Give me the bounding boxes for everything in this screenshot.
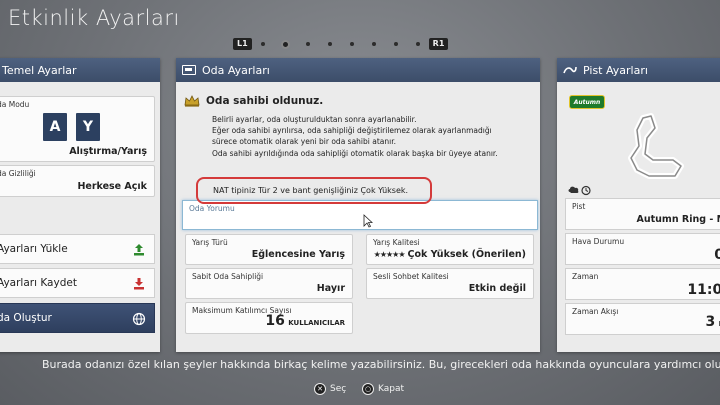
room-mode-value: Alıştırma/Yarış (69, 146, 147, 157)
nat-status: NAT tipiniz Tür 2 ve bant genişliğiniz Ç… (196, 177, 432, 204)
mode-a-box[interactable]: A (43, 113, 67, 141)
basic-settings-header: Temel Ayarlar (0, 58, 160, 82)
help-text: Burada odanızı özel kılan şeyler hakkınd… (42, 358, 720, 371)
notice-line: Belirli ayarlar, oda oluşturulduktan son… (212, 115, 417, 124)
page-dot (260, 42, 265, 46)
upload-icon (134, 244, 144, 256)
race-quality-label: Yarış Kalitesi (373, 238, 420, 247)
room-comment-label: Oda Yorumu (189, 204, 235, 213)
time-flow-value-wrap: 3 K (706, 314, 720, 330)
room-icon (182, 65, 196, 75)
max-participants-value-wrap: 16 KULLANICILAR (265, 313, 345, 329)
track-label: Pist (572, 202, 586, 211)
room-mode-card[interactable]: da Modu A Y Alıştırma/Yarış (0, 96, 155, 162)
load-settings-button[interactable]: Ayarları Yükle (0, 234, 155, 264)
race-quality-value-wrap: ★★★★★ Çok Yüksek (Önerilen) (374, 249, 526, 260)
save-settings-label: Ayarları Kaydet (0, 277, 77, 289)
page-dot (349, 42, 354, 46)
page-dot (415, 42, 420, 46)
weather-label: Hava Durumu (572, 237, 625, 246)
track-icon (563, 65, 577, 75)
fixed-owner-label: Sabit Oda Sahipliği (192, 272, 264, 281)
room-settings-header: Oda Ayarları (176, 58, 540, 82)
notice-line: Oda sahibi ayrıldığında oda sahipliği ot… (212, 148, 498, 158)
notice-body: Belirli ayarlar, oda oluşturulduktan son… (212, 114, 542, 159)
r1-button[interactable]: R1 (428, 38, 449, 50)
notice-title: Oda sahibi oldunuz. (206, 95, 324, 107)
l1-button[interactable]: L1 (233, 38, 252, 50)
race-type-card[interactable]: Yarış Türü Eğlencesine Yarış (185, 234, 353, 265)
mode-y-box[interactable]: Y (76, 113, 100, 141)
room-settings-panel: Oda Ayarları Oda sahibi oldunuz. Belirli… (176, 58, 540, 352)
max-participants-card[interactable]: Maksimum Katılımcı Sayısı 16 KULLANICILA… (185, 302, 353, 334)
room-settings-title: Oda Ayarları (202, 63, 270, 77)
page-title: Etkinlik Ayarları (8, 6, 180, 30)
race-type-label: Yarış Türü (192, 238, 228, 247)
track-map (628, 113, 684, 179)
fixed-owner-card[interactable]: Sabit Oda Sahipliği Hayır (185, 268, 353, 299)
room-privacy-value: Herkese Açık (77, 181, 147, 192)
voice-chat-label: Sesli Sohbet Kalitesi (373, 272, 449, 281)
weather-card[interactable]: Hava Durumu 0 (565, 233, 720, 265)
quality-stars: ★★★★★ (373, 250, 406, 259)
time-label: Zaman (572, 272, 599, 281)
voice-chat-value: Etkin değil (468, 283, 526, 294)
weather-value: 0 (714, 247, 720, 263)
create-room-label: da Oluştur (0, 312, 52, 324)
cursor-icon (363, 214, 373, 228)
select-label: Seç (330, 384, 347, 394)
race-type-value: Eğlencesine Yarış (251, 249, 345, 260)
race-quality-card[interactable]: Yarış Kalitesi ★★★★★ Çok Yüksek (Önerilen… (366, 234, 534, 265)
room-privacy-card[interactable]: da Gizliliği Herkese Açık (0, 165, 155, 197)
globe-icon (132, 312, 146, 326)
page-dot (393, 42, 398, 46)
track-card[interactable]: Pist Autumn Ring - Mir (565, 198, 720, 230)
cross-button-icon: ✕ (314, 383, 326, 395)
time-value: 11:00 (687, 282, 720, 298)
circle-button-icon: ○ (362, 383, 374, 395)
page-indicator: L1 R1 (233, 38, 449, 50)
track-logo: Autumn (569, 95, 605, 109)
track-settings-title: Pist Ayarları (583, 63, 648, 77)
basic-settings-panel: Temel Ayarlar da Modu A Y Alıştırma/Yarı… (0, 58, 160, 352)
crown-icon (184, 95, 200, 107)
room-mode-label: da Modu (0, 100, 30, 109)
time-flow-value: 3 (705, 314, 716, 330)
room-comment-input[interactable]: Oda Yorumu (182, 200, 538, 230)
close-label: Kapat (378, 384, 405, 394)
track-settings-header: Pist Ayarları (557, 58, 720, 82)
close-hint[interactable]: ○ Kapat (362, 383, 404, 395)
room-privacy-label: da Gizliliği (0, 169, 36, 178)
race-quality-value: Çok Yüksek (Önerilen) (407, 249, 527, 260)
max-participants-value: 16 (265, 313, 285, 329)
page-dot (327, 42, 332, 46)
page-dot (305, 42, 310, 46)
time-flow-label: Zaman Akışı (572, 307, 619, 316)
time-card[interactable]: Zaman 11:00 (565, 268, 720, 300)
page-dot-active (280, 39, 290, 49)
load-settings-label: Ayarları Yükle (0, 243, 68, 255)
voice-chat-card[interactable]: Sesli Sohbet Kalitesi Etkin değil (366, 268, 534, 299)
basic-settings-title: Temel Ayarlar (2, 63, 77, 77)
notice-line: Eğer oda sahibi ayrılırsa, oda sahipliği… (212, 126, 492, 136)
create-room-button[interactable]: da Oluştur (0, 303, 155, 333)
fixed-owner-value: Hayır (316, 283, 345, 294)
select-hint[interactable]: ✕ Seç (314, 383, 346, 395)
weather-time-icons (568, 185, 591, 196)
time-flow-card[interactable]: Zaman Akışı 3 K (565, 303, 720, 335)
track-settings-panel: Pist Ayarları Autumn Pist Autumn Ring - … (557, 58, 720, 352)
page-dot (371, 42, 376, 46)
max-participants-unit: KULLANICILAR (288, 319, 345, 327)
save-settings-button[interactable]: Ayarları Kaydet (0, 268, 155, 298)
download-icon (134, 278, 144, 290)
notice-line: sürece otomatik olarak yeni bir oda sahi… (212, 137, 396, 147)
track-value: Autumn Ring - Mir (636, 214, 720, 225)
